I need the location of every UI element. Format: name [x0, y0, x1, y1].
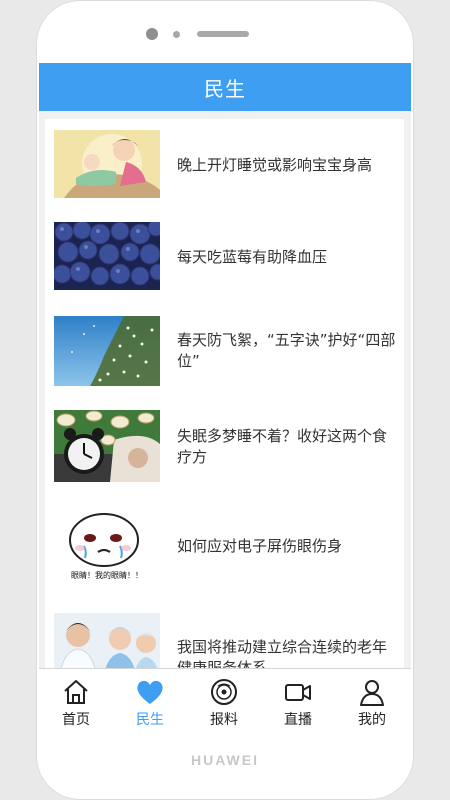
- app-screen: 民生 晚上开灯睡觉或影响宝宝身高 每天吃蓝莓有助降血压 春天防飞絮，“五字诀”护…: [39, 63, 411, 726]
- page-title: 民生: [204, 76, 246, 101]
- news-item[interactable]: 春天防飞絮，“五字诀”护好“四部位”: [45, 304, 404, 400]
- user-icon: [360, 680, 384, 706]
- news-title[interactable]: 我国将推动建立综合连续的老年健康服务体系: [177, 637, 397, 668]
- proximity-sensor: [173, 31, 180, 38]
- tab-minsheng[interactable]: 民生: [113, 669, 187, 726]
- news-title[interactable]: 失眠多梦睡不着？收好这两个食疗方: [177, 426, 397, 468]
- front-camera: [146, 28, 158, 40]
- news-item[interactable]: 每天吃蓝莓有助降血压: [45, 212, 404, 305]
- news-thumbnail: [54, 130, 160, 198]
- news-thumbnail: [54, 410, 160, 482]
- news-title[interactable]: 每天吃蓝莓有助降血压: [177, 247, 397, 268]
- news-item[interactable]: 眼睛！我的眼睛！！ 如何应对电子屏伤眼伤身: [45, 494, 404, 600]
- news-title[interactable]: 春天防飞絮，“五字诀”护好“四部位”: [177, 330, 397, 372]
- home-icon: [64, 680, 88, 704]
- tab-report[interactable]: 报料: [187, 669, 261, 726]
- news-title[interactable]: 晚上开灯睡觉或影响宝宝身高: [177, 155, 397, 176]
- tab-mine[interactable]: 我的: [335, 669, 409, 726]
- news-item[interactable]: 晚上开灯睡觉或影响宝宝身高: [45, 119, 404, 213]
- heart-icon: [137, 680, 163, 704]
- bottom-tab-bar: 首页 民生 报料 直播 我的: [39, 668, 411, 726]
- news-thumbnail: [54, 613, 160, 668]
- device-brand-logo: HUAWEI: [191, 752, 259, 768]
- news-item[interactable]: 我国将推动建立综合连续的老年健康服务体系: [45, 599, 404, 668]
- title-bar: 民生: [39, 63, 411, 111]
- tab-label: 首页: [62, 712, 90, 726]
- tab-label: 直播: [284, 712, 312, 726]
- tab-label: 报料: [210, 712, 238, 726]
- disc-icon: [211, 679, 237, 705]
- news-thumbnail: 眼睛！我的眼睛！！: [54, 508, 160, 584]
- tab-live[interactable]: 直播: [261, 669, 335, 726]
- tab-home[interactable]: 首页: [39, 669, 113, 726]
- earpiece-speaker: [197, 31, 249, 37]
- video-camera-icon: [285, 684, 311, 701]
- news-title[interactable]: 如何应对电子屏伤眼伤身: [177, 536, 397, 557]
- sticker-caption: 眼睛！我的眼睛！！: [71, 570, 143, 580]
- news-item[interactable]: 失眠多梦睡不着？收好这两个食疗方: [45, 399, 404, 495]
- news-thumbnail: [54, 316, 160, 386]
- tab-label: 我的: [358, 712, 386, 726]
- news-list[interactable]: 晚上开灯睡觉或影响宝宝身高 每天吃蓝莓有助降血压 春天防飞絮，“五字诀”护好“四…: [45, 119, 404, 668]
- tab-label: 民生: [136, 712, 164, 726]
- news-thumbnail: [54, 222, 160, 290]
